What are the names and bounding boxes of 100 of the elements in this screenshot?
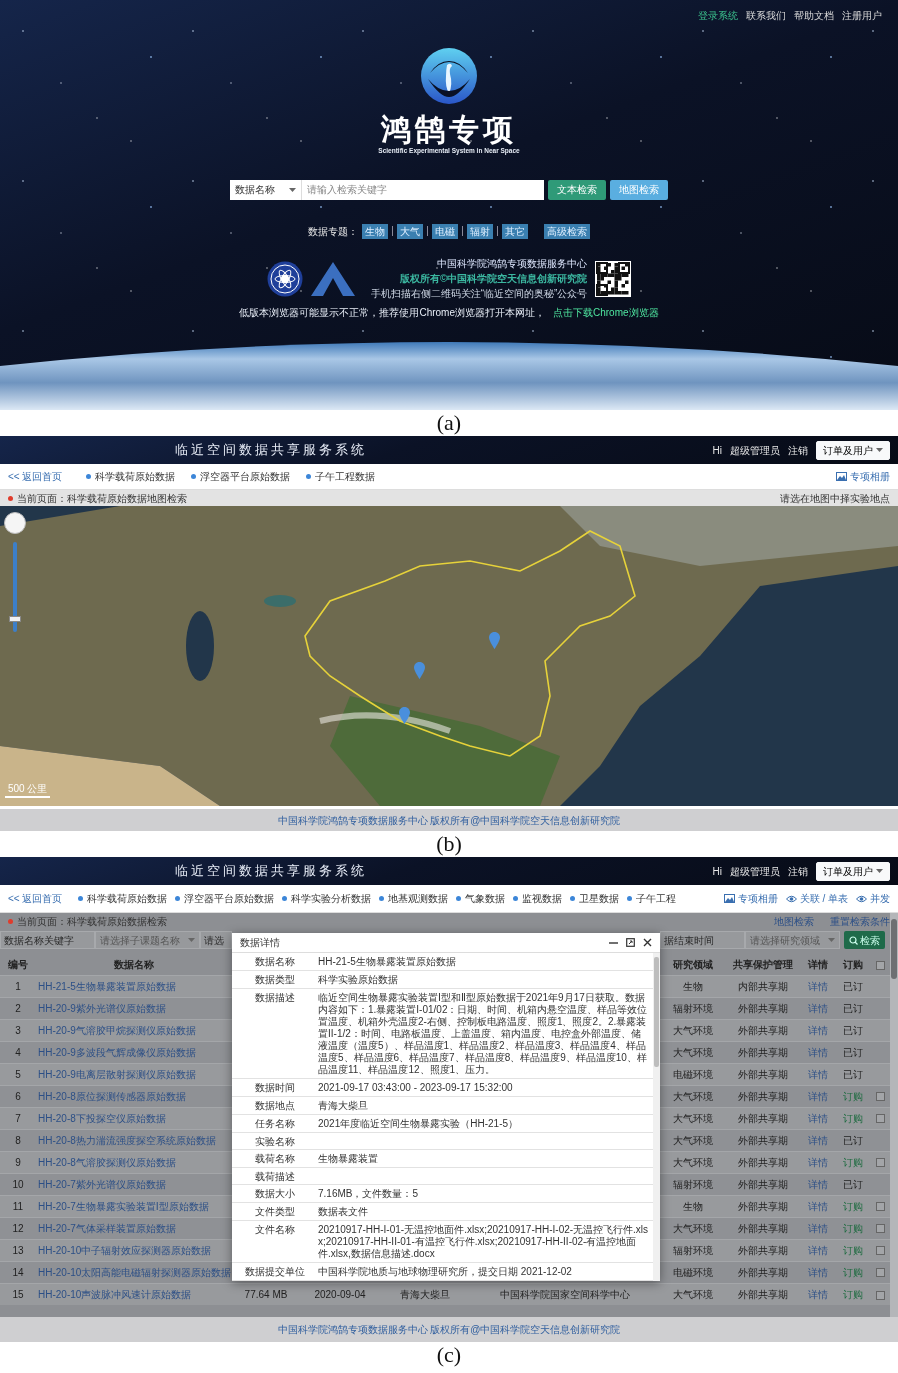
- close-icon[interactable]: [643, 938, 652, 947]
- nav-link[interactable]: 监视数据: [513, 891, 563, 906]
- detail-link[interactable]: 详情: [807, 1068, 828, 1080]
- nav-link[interactable]: 并发: [856, 891, 890, 906]
- data-name-link[interactable]: HH-20-9多波段气辉成像仪原始数据: [38, 1046, 196, 1058]
- data-name-link[interactable]: HH-20-8热力湍流强度探空系统原始数据: [38, 1134, 216, 1146]
- topic-tag[interactable]: 大气: [397, 223, 423, 239]
- filter-field[interactable]: 请选: [200, 931, 232, 949]
- maximize-icon[interactable]: [626, 938, 635, 947]
- scrollbar[interactable]: [653, 953, 660, 1281]
- nav-link[interactable]: 浮空器平台原始数据: [191, 469, 291, 484]
- data-name-link[interactable]: HH-20-8气溶胶探测仪原始数据: [38, 1156, 176, 1168]
- row-checkbox[interactable]: [875, 1290, 885, 1300]
- nav-link[interactable]: 气象数据: [456, 891, 506, 906]
- top-nav-link[interactable]: 联系我们: [746, 8, 786, 23]
- detail-link[interactable]: 详情: [807, 1266, 828, 1278]
- menu-button[interactable]: 订单及用户: [816, 440, 890, 460]
- nav-link[interactable]: 子午工程数据: [306, 469, 376, 484]
- detail-link[interactable]: 详情: [807, 980, 828, 992]
- filter-field[interactable]: 据结束时间: [660, 931, 745, 949]
- keyword-search-field[interactable]: 请输入检索关键字: [302, 179, 544, 200]
- detail-link[interactable]: 详情: [807, 1156, 828, 1168]
- order-link[interactable]: 订购: [842, 1244, 863, 1256]
- topic-tag[interactable]: 生物: [362, 223, 388, 239]
- detail-link[interactable]: 详情: [807, 1288, 828, 1300]
- order-link[interactable]: 订购: [842, 1266, 863, 1278]
- order-link[interactable]: 订购: [842, 1090, 863, 1102]
- data-name-link[interactable]: HH-20-10声波脉冲风速计原始数据: [38, 1288, 192, 1300]
- filter-select[interactable]: 请选择子课题名称: [95, 931, 200, 949]
- download-link[interactable]: 点击下载Chrome浏览器: [553, 305, 659, 320]
- bullet-icon: [570, 896, 576, 901]
- map-search-button[interactable]: 地图检索: [610, 179, 668, 200]
- data-name-link[interactable]: HH-20-8下投探空仪原始数据: [38, 1112, 166, 1124]
- select-all-checkbox[interactable]: [875, 961, 885, 971]
- map-pin-icon[interactable]: [399, 707, 410, 724]
- category-select[interactable]: 数据名称: [230, 179, 302, 200]
- detail-link[interactable]: 详情: [807, 1244, 828, 1256]
- data-name-link[interactable]: HH-20-8原位探测传感器原始数据: [38, 1090, 186, 1102]
- nav-link[interactable]: 科学实验分析数据: [282, 891, 372, 906]
- order-link[interactable]: 订购: [842, 1156, 863, 1168]
- detail-link[interactable]: 详情: [807, 1090, 828, 1102]
- topic-tag[interactable]: 辐射: [467, 223, 493, 239]
- detail-link[interactable]: 详情: [807, 1178, 828, 1190]
- data-name-link[interactable]: HH-21-5生物暴露装置原始数据: [38, 980, 176, 992]
- top-nav-link[interactable]: 帮助文档: [794, 8, 834, 23]
- back-link[interactable]: << 返回首页: [8, 469, 63, 484]
- nav-link[interactable]: 地基观测数据: [379, 891, 449, 906]
- filter-field[interactable]: 数据名称关键字: [0, 931, 95, 949]
- data-name-link[interactable]: HH-20-7生物暴露实验装置Ⅰ型原始数据: [38, 1200, 209, 1212]
- logout-link[interactable]: 注销: [788, 863, 808, 879]
- logout-link[interactable]: 注销: [788, 442, 808, 458]
- row-checkbox[interactable]: [875, 1268, 885, 1278]
- top-nav-link[interactable]: 登录系统: [698, 8, 738, 23]
- order-link[interactable]: 订购: [842, 1288, 863, 1300]
- data-name-link[interactable]: HH-20-9紫外光谱仪原始数据: [38, 1002, 166, 1014]
- nav-link[interactable]: 专项相册: [723, 891, 778, 906]
- nav-link[interactable]: 关联 / 单表: [785, 891, 848, 906]
- data-name-link[interactable]: HH-20-7气体采样装置原始数据: [38, 1222, 176, 1234]
- row-checkbox[interactable]: [875, 1202, 885, 1212]
- map-pin-icon[interactable]: [489, 632, 500, 649]
- nav-link[interactable]: 专项相册: [836, 469, 890, 484]
- topic-tag[interactable]: 电磁: [432, 223, 458, 239]
- menu-button[interactable]: 订单及用户: [816, 861, 890, 881]
- data-name-link[interactable]: HH-20-7紫外光谱仪原始数据: [38, 1178, 166, 1190]
- order-link[interactable]: 订购: [842, 1200, 863, 1212]
- data-name-link[interactable]: HH-20-9电离层散射探测仪原始数据: [38, 1068, 196, 1080]
- toolbar-link[interactable]: 地图检索: [774, 913, 814, 929]
- zoom-slider-thumb[interactable]: [9, 615, 21, 622]
- search-button[interactable]: 检索: [844, 931, 885, 949]
- detail-link[interactable]: 详情: [807, 1024, 828, 1036]
- row-checkbox[interactable]: [875, 1092, 885, 1102]
- order-link[interactable]: 订购: [842, 1222, 863, 1234]
- detail-link[interactable]: 详情: [807, 1046, 828, 1058]
- detail-link[interactable]: 详情: [807, 1222, 828, 1234]
- detail-link[interactable]: 详情: [807, 1002, 828, 1014]
- nav-link[interactable]: 卫星数据: [570, 891, 620, 906]
- data-name-link[interactable]: HH-20-9气溶胶甲烷探测仪原始数据: [38, 1024, 196, 1036]
- nav-link[interactable]: 科学载荷原始数据: [78, 891, 168, 906]
- nav-link[interactable]: 浮空器平台原始数据: [175, 891, 275, 906]
- row-checkbox[interactable]: [875, 1114, 885, 1124]
- detail-link[interactable]: 详情: [807, 1200, 828, 1212]
- topic-tag[interactable]: 其它: [502, 223, 528, 239]
- top-nav-link[interactable]: 注册用户: [842, 8, 882, 23]
- toolbar-link[interactable]: 重置检索条件: [830, 913, 890, 929]
- detail-link[interactable]: 详情: [807, 1134, 828, 1146]
- back-link[interactable]: << 返回首页: [8, 891, 63, 906]
- detail-link[interactable]: 详情: [807, 1112, 828, 1124]
- data-name-link[interactable]: HH-20-10太阳高能电磁辐射探测器原始数据: [38, 1266, 232, 1278]
- map-pin-icon[interactable]: [414, 662, 425, 679]
- scrollbar[interactable]: [890, 913, 898, 1317]
- row-checkbox[interactable]: [875, 1224, 885, 1234]
- row-checkbox[interactable]: [875, 1158, 885, 1168]
- row-checkbox[interactable]: [875, 1246, 885, 1256]
- filter-select[interactable]: 请选择研究领域: [745, 931, 840, 949]
- order-link[interactable]: 订购: [842, 1112, 863, 1124]
- data-name-link[interactable]: HH-20-10中子辐射效应探测器原始数据: [38, 1244, 212, 1256]
- text-search-button[interactable]: 文本检索: [548, 179, 606, 200]
- nav-link[interactable]: 子午工程: [627, 891, 677, 906]
- nav-link[interactable]: 科学载荷原始数据: [86, 469, 176, 484]
- advanced-search-link[interactable]: 高级检索: [544, 223, 590, 239]
